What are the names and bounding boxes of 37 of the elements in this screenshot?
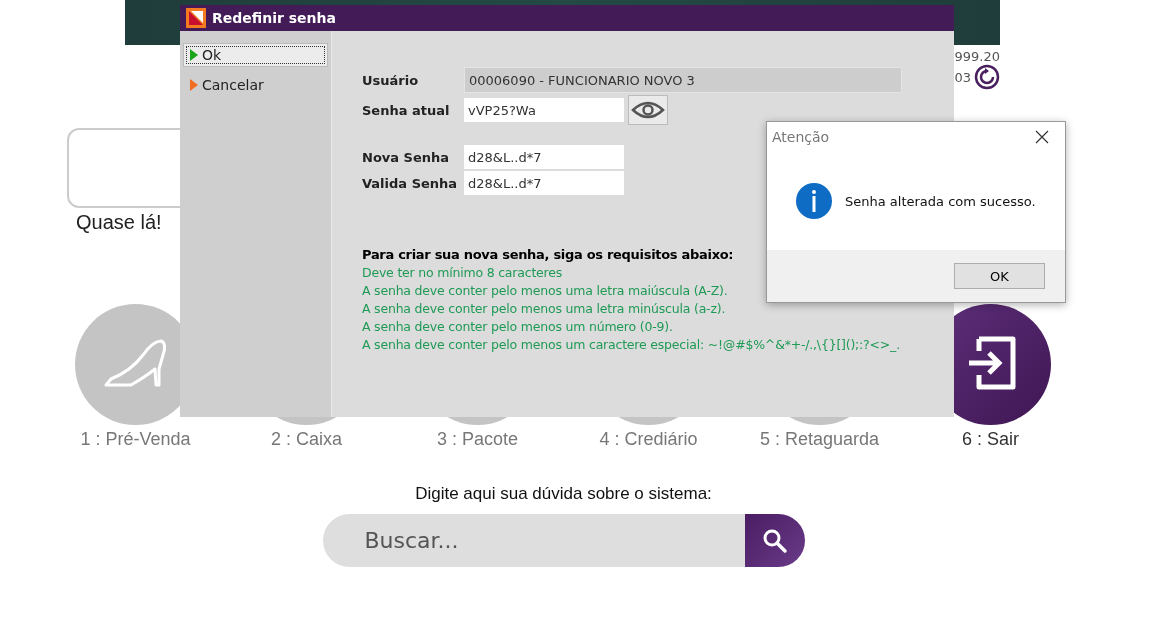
version-text: 03 xyxy=(954,69,971,85)
refresh-icon xyxy=(974,64,1000,90)
search-label: Digite aqui sua dúvida sobre o sistema: xyxy=(415,484,712,504)
window-title: Atenção xyxy=(772,129,830,145)
show-password-button[interactable] xyxy=(628,95,668,125)
search-icon xyxy=(761,527,788,554)
input-field[interactable]: d28&L..d*7 xyxy=(464,145,624,169)
search-field[interactable]: Buscar... xyxy=(322,514,745,567)
field-label: Valida Senha xyxy=(362,175,459,191)
field-label: Usuário xyxy=(362,72,420,88)
requirement-text: A senha deve conter pelo menos um número (0-9). xyxy=(362,319,674,334)
card-caption: Quase lá! xyxy=(76,211,163,234)
info-icon xyxy=(795,182,833,220)
module-label: 6 : Sair xyxy=(962,429,1019,450)
module-label: 3 : Pacote xyxy=(436,429,519,450)
ok-button[interactable]: OK xyxy=(954,263,1045,289)
close-icon xyxy=(1035,130,1049,144)
window-title: Redefinir senha xyxy=(212,10,336,26)
field-label: Senha atual xyxy=(362,102,451,118)
app-logo-icon xyxy=(186,8,206,28)
requirement-text: Deve ter no mínimo 8 caracteres xyxy=(362,265,564,280)
action-button[interactable]: Ok xyxy=(183,43,328,67)
requirement-text: A senha deve conter pelo menos uma letra maiúscula (A-Z). xyxy=(362,283,729,298)
search-button[interactable] xyxy=(744,514,805,567)
module-label: 4 : Crediário xyxy=(599,429,698,450)
requirement-text: A senha deve conter pelo menos um caractere especial: ~!@#$%^&*+-/.,\{}[]();:?<>_. xyxy=(362,337,901,352)
field-label: Nova Senha xyxy=(362,149,451,165)
action-button[interactable]: Cancelar xyxy=(183,73,328,97)
module-label: 1 : Pré-Venda xyxy=(80,429,191,450)
requirements-title: Para criar sua nova senha, siga os requisitos abaixo: xyxy=(362,247,735,262)
alert-message: Senha alterada com sucesso. xyxy=(845,193,1036,209)
requirement-text: A senha deve conter pelo menos uma letra minúscula (a-z). xyxy=(362,301,727,316)
input-field[interactable]: d28&L..d*7 xyxy=(464,171,624,195)
version-text: 999.20 xyxy=(954,49,1000,64)
module-label: 2 : Caixa xyxy=(270,429,342,450)
module-label: 5 : Retaguarda xyxy=(759,429,880,450)
input-field[interactable]: vVP25?Wa xyxy=(464,98,624,122)
